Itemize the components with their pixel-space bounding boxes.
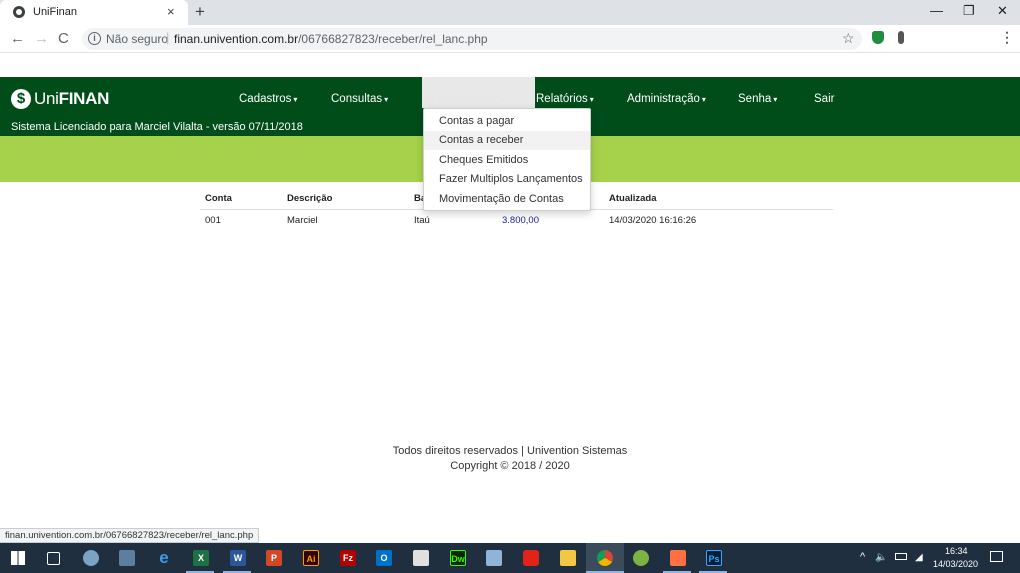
- photoshop-icon[interactable]: Ps: [706, 550, 722, 566]
- edge-icon[interactable]: e: [156, 549, 172, 566]
- cell-atualizada: 14/03/2020 16:16:26: [609, 215, 697, 226]
- window-close-icon[interactable]: ✕: [997, 3, 1008, 19]
- key-extension-icon[interactable]: [898, 31, 904, 44]
- word-icon[interactable]: W: [230, 550, 246, 566]
- browser-tab[interactable]: UniFinan ×: [0, 0, 188, 25]
- dreamweaver-icon[interactable]: Dw: [450, 550, 466, 566]
- screen: UniFinan × + — ❐ ✕ ← → C i Não seguro | …: [0, 0, 1020, 573]
- globe-icon: [13, 6, 25, 18]
- address-bar[interactable]: i Não seguro | finan.univention.com.br/0…: [82, 28, 862, 50]
- license-text: Sistema Licenciado para Marciel Vilalta …: [11, 121, 303, 133]
- dropdown-item-multiplos-lancamentos[interactable]: Fazer Multiplos Lançamentos: [424, 170, 590, 189]
- menu-senha[interactable]: Senha ▾: [738, 93, 777, 105]
- url-separator: |: [166, 30, 170, 45]
- excel-icon[interactable]: X: [193, 550, 209, 566]
- wifi-icon[interactable]: ◢: [915, 552, 923, 563]
- column-header-atualizada: Atualizada: [609, 193, 657, 204]
- security-label: Não seguro: [106, 32, 169, 46]
- footer-copyright: Copyright © 2018 / 2020: [450, 460, 570, 472]
- reload-icon[interactable]: C: [58, 30, 69, 47]
- new-tab-button[interactable]: +: [195, 2, 205, 22]
- task-view-icon[interactable]: [47, 552, 60, 565]
- url-text[interactable]: finan.univention.com.br/06766827823/rece…: [174, 32, 488, 46]
- outlook-icon[interactable]: O: [376, 550, 392, 566]
- browser-toolbar: ← → C i Não seguro | finan.univention.co…: [0, 25, 1020, 53]
- app-green-circle-icon[interactable]: [633, 550, 649, 566]
- status-url-bubble: finan.univention.com.br/06766827823/rece…: [0, 528, 260, 543]
- cell-descricao: Marciel: [287, 215, 318, 226]
- dropdown-item-cheques-emitidos[interactable]: Cheques Emitidos: [424, 151, 590, 170]
- app-weather-icon[interactable]: [83, 550, 99, 566]
- footer-rights: Todos direitos reservados | Univention S…: [392, 445, 628, 457]
- unifinan-logo[interactable]: $ UniFINAN: [11, 87, 109, 111]
- filezilla-icon[interactable]: Fz: [340, 550, 356, 566]
- battery-icon[interactable]: [895, 553, 907, 560]
- notification-icon[interactable]: [990, 551, 1003, 562]
- app-tool-icon[interactable]: [119, 550, 135, 566]
- movimentacao-dropdown: Contas a pagar Contas a receber Cheques …: [423, 108, 591, 211]
- app-orange-icon[interactable]: [670, 550, 686, 566]
- windows-start-icon[interactable]: [11, 551, 25, 565]
- web-page: $ UniFINAN Cadastros ▾ Consultas ▾ Movimen…: [0, 53, 1020, 528]
- chrome-icon[interactable]: [597, 550, 613, 566]
- forward-icon[interactable]: →: [34, 30, 49, 47]
- volume-icon[interactable]: 🔈: [875, 552, 887, 563]
- close-tab-icon[interactable]: ×: [167, 4, 175, 19]
- dropdown-item-contas-a-receber[interactable]: Contas a receber: [424, 131, 590, 150]
- windows-taskbar: e X W P Ai Fz O Dw Ps ^ 🔈 ◢ 16:34 14/03/…: [0, 543, 1020, 573]
- menu-sair[interactable]: Sair: [814, 93, 834, 105]
- acrobat-icon[interactable]: [523, 550, 539, 566]
- browser-titlebar: UniFinan × + — ❐ ✕: [0, 0, 1020, 25]
- browser-menu-icon[interactable]: ⋮: [1000, 29, 1014, 46]
- back-icon[interactable]: ←: [10, 30, 25, 47]
- menu-cadastros[interactable]: Cadastros ▾: [239, 93, 297, 105]
- calculator-icon[interactable]: [413, 550, 429, 566]
- bookmark-star-icon[interactable]: ☆: [842, 30, 855, 47]
- tray-expand-icon[interactable]: ^: [860, 551, 865, 563]
- menu-movimentacao[interactable]: Movimentação▾: [422, 77, 535, 108]
- tab-title: UniFinan: [33, 6, 78, 18]
- info-icon[interactable]: i: [88, 32, 101, 45]
- clock-time[interactable]: 16:34: [945, 546, 968, 556]
- clock-date[interactable]: 14/03/2020: [933, 559, 978, 569]
- cell-saldo: 3.800,00: [502, 215, 539, 226]
- dollar-icon: $: [11, 89, 31, 109]
- cell-conta: 001: [205, 215, 221, 226]
- shield-extension-icon[interactable]: [872, 31, 884, 44]
- notes-app-icon[interactable]: [486, 550, 502, 566]
- menu-administracao[interactable]: Administração ▾: [627, 93, 706, 105]
- minimize-icon[interactable]: —: [930, 3, 943, 18]
- file-explorer-icon[interactable]: [560, 550, 576, 566]
- menu-relatorios[interactable]: Relatórios ▾: [536, 93, 594, 105]
- column-header-descricao: Descrição: [287, 193, 333, 204]
- column-header-conta: Conta: [205, 193, 232, 204]
- cell-banco: Itaú: [414, 215, 430, 226]
- dropdown-item-movimentacao-de-contas[interactable]: Movimentação de Contas: [424, 190, 590, 209]
- maximize-icon[interactable]: ❐: [963, 3, 975, 19]
- menu-consultas[interactable]: Consultas ▾: [331, 93, 388, 105]
- powerpoint-icon[interactable]: P: [266, 550, 282, 566]
- dropdown-item-contas-a-pagar[interactable]: Contas a pagar: [424, 112, 590, 131]
- illustrator-icon[interactable]: Ai: [303, 550, 319, 566]
